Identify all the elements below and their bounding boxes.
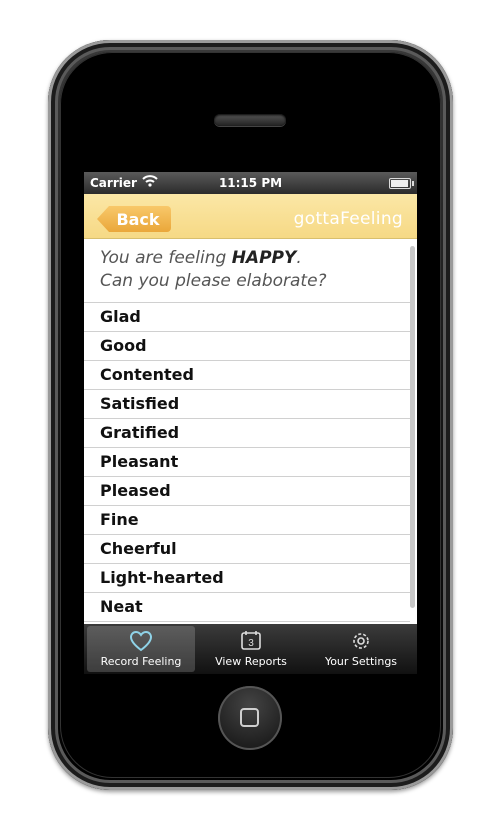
tab-bar: Record Feeling 3 View Reports Your Setti… bbox=[84, 624, 417, 674]
back-button[interactable]: Back bbox=[97, 206, 171, 232]
scrollbar[interactable] bbox=[410, 246, 415, 608]
home-square-icon bbox=[240, 708, 259, 727]
prompt-line-1: You are feeling HAPPY. bbox=[100, 248, 302, 268]
list-item[interactable]: Cheerful bbox=[84, 535, 410, 564]
tab-record-feeling[interactable]: Record Feeling bbox=[87, 626, 195, 672]
tab-your-settings[interactable]: Your Settings bbox=[307, 626, 415, 672]
svg-text:3: 3 bbox=[248, 638, 254, 649]
list-item[interactable]: Satisfied bbox=[84, 390, 410, 419]
calendar-icon: 3 bbox=[241, 631, 261, 650]
home-button[interactable] bbox=[218, 686, 282, 750]
prompt-line-2: Can you please elaborate? bbox=[100, 271, 327, 291]
tab-label: Record Feeling bbox=[100, 655, 182, 668]
app-title: gottaFeeling bbox=[293, 209, 403, 229]
current-emotion: HAPPY bbox=[231, 248, 297, 268]
earpiece-speaker bbox=[214, 114, 286, 126]
list-item[interactable]: Light-hearted bbox=[84, 564, 410, 593]
list-item[interactable]: Gratified bbox=[84, 419, 410, 448]
heart-icon bbox=[129, 630, 153, 652]
list-item[interactable]: Contented bbox=[84, 361, 410, 390]
list-item[interactable]: Glad bbox=[84, 303, 410, 332]
feeling-prompt: You are feeling HAPPY. Can you please el… bbox=[84, 238, 410, 303]
status-time: 11:15 PM bbox=[218, 176, 283, 190]
list-item[interactable]: Pleased bbox=[84, 477, 410, 506]
app-screen: Carrier 11:15 PM Back gottaFeeling You a… bbox=[84, 172, 417, 674]
list-item[interactable]: Fine bbox=[84, 506, 410, 535]
status-bar: Carrier 11:15 PM bbox=[84, 172, 417, 194]
feelings-list: Glad Good Contented Satisfied Gratified … bbox=[84, 303, 410, 622]
battery-icon bbox=[389, 178, 414, 189]
tab-label: View Reports bbox=[215, 655, 287, 668]
list-item[interactable]: Neat bbox=[84, 593, 410, 622]
list-item[interactable]: Good bbox=[84, 332, 410, 361]
tab-view-reports[interactable]: 3 View Reports bbox=[197, 626, 305, 672]
navigation-bar: Back gottaFeeling bbox=[84, 194, 417, 239]
tab-label: Your Settings bbox=[324, 655, 398, 668]
list-item[interactable]: Pleasant bbox=[84, 448, 410, 477]
gear-icon bbox=[353, 633, 369, 649]
